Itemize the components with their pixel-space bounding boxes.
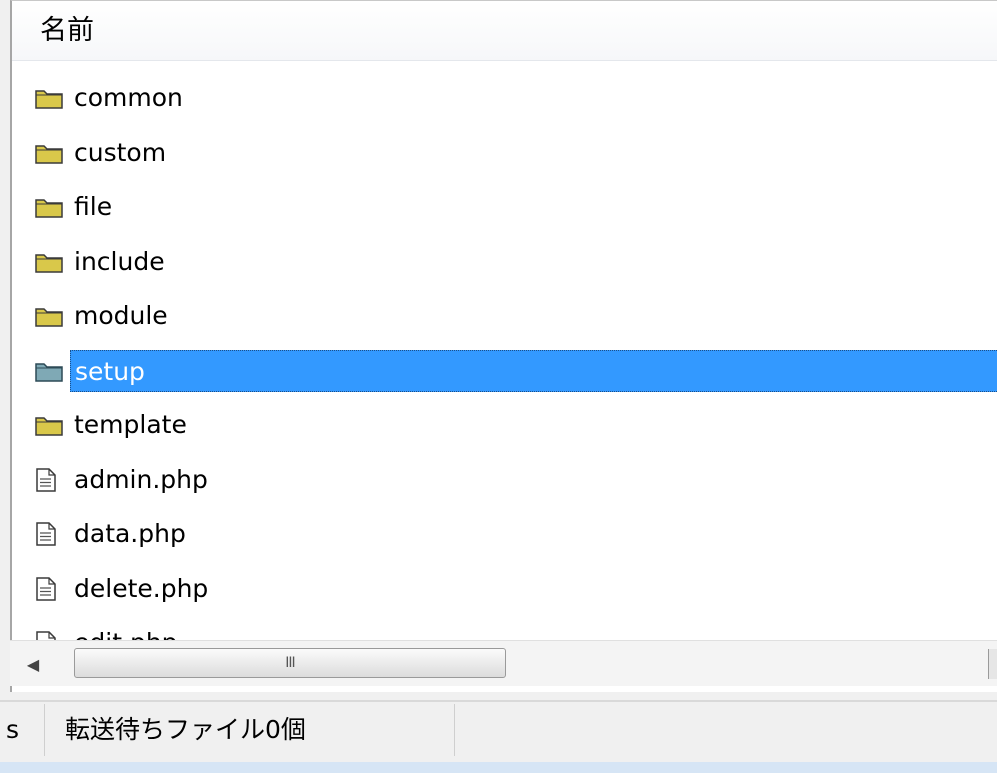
list-item-label: file	[74, 192, 113, 222]
list-item[interactable]: admin.php	[12, 453, 997, 508]
list-item-label: include	[74, 246, 165, 276]
column-header-name[interactable]: 名前	[12, 1, 987, 61]
column-header-label: 名前	[40, 15, 94, 46]
list-item[interactable]: delete.php	[12, 562, 997, 617]
list-item[interactable]: include	[12, 235, 997, 290]
folder-icon	[34, 410, 70, 440]
scroll-grip: III	[285, 655, 295, 671]
list-item[interactable]: module	[12, 289, 997, 344]
list-item-selected[interactable]: setup	[12, 344, 997, 399]
list-item[interactable]: file	[12, 180, 997, 235]
folder-icon	[34, 138, 70, 168]
left-arrow-icon[interactable]: ◀	[18, 649, 48, 679]
list-item-label: setup	[70, 349, 997, 392]
horizontal-scrollbar[interactable]: ◀ III	[10, 640, 997, 686]
status-left-text: s	[6, 715, 20, 744]
list-item[interactable]: data.php	[12, 507, 997, 562]
queue-status-text: 転送待ちファイル0個	[65, 715, 306, 744]
list-item[interactable]: template	[12, 398, 997, 453]
folder-icon	[34, 247, 70, 277]
file-rows: common custom file include module setup …	[12, 71, 997, 671]
list-header: 名前	[12, 1, 997, 61]
folder-icon	[34, 301, 70, 331]
list-item-label: delete.php	[74, 573, 209, 603]
list-item-label: module	[74, 301, 168, 331]
scroll-thumb[interactable]: III	[74, 648, 506, 678]
file-icon	[34, 574, 70, 604]
file-icon	[34, 465, 70, 495]
status-bar: s 転送待ちファイル0個	[0, 704, 997, 756]
list-item-label: template	[74, 410, 187, 440]
file-list-view[interactable]: 名前 common custom file include module set…	[10, 0, 997, 692]
scroll-right-edge[interactable]	[988, 649, 997, 679]
folder-icon	[34, 356, 70, 386]
bottom-strip	[0, 762, 997, 773]
list-item[interactable]: common	[12, 71, 997, 126]
panel-divider	[0, 700, 997, 702]
folder-icon	[34, 83, 70, 113]
list-item-label: common	[74, 83, 183, 113]
file-icon	[34, 519, 70, 549]
list-item[interactable]: custom	[12, 126, 997, 181]
list-item-label: custom	[74, 137, 167, 167]
file-list-panel: 名前 common custom file include module set…	[0, 0, 997, 700]
list-item-label: data.php	[74, 519, 186, 549]
list-item-label: admin.php	[74, 464, 208, 494]
status-cell-queue: 転送待ちファイル0個	[45, 704, 455, 756]
folder-icon	[34, 192, 70, 222]
status-cell-left: s	[0, 704, 45, 756]
